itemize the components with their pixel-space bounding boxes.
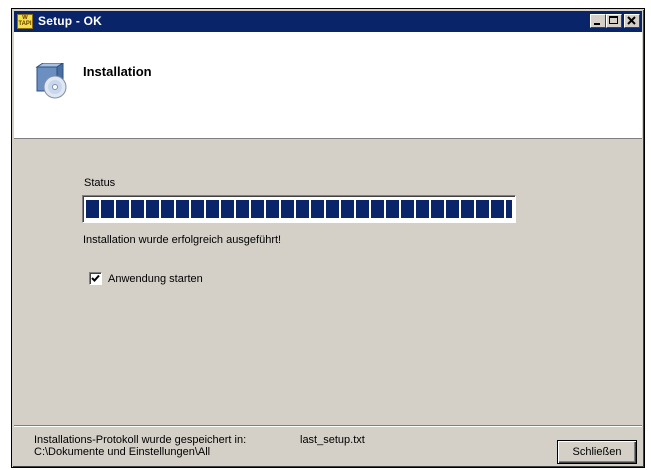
setup-window: W TAPI Setup - OK Installation Status In… (11, 8, 645, 468)
result-message: Installation wurde erfolgreich ausgeführ… (83, 234, 282, 246)
start-app-checkbox-row[interactable]: Anwendung starten (89, 272, 203, 285)
maximize-icon (609, 16, 618, 24)
footer-divider (14, 425, 642, 427)
log-path: C:\Dokumente und Einstellungen\All (34, 446, 211, 458)
close-button[interactable]: Schließen (557, 440, 637, 464)
log-file-name: last_setup.txt (300, 434, 365, 446)
wizard-header: Installation (14, 32, 642, 139)
start-app-label[interactable]: Anwendung starten (108, 273, 203, 285)
minimize-button[interactable] (590, 14, 606, 28)
app-icon: W TAPI (17, 14, 33, 29)
close-window-button[interactable] (624, 14, 640, 28)
setup-cd-icon (35, 63, 67, 99)
window-controls (590, 14, 640, 28)
start-app-checkbox[interactable] (89, 272, 102, 285)
minimize-icon (594, 23, 600, 25)
checkmark-icon (91, 274, 100, 282)
close-icon (627, 16, 636, 25)
page-title: Installation (83, 64, 152, 79)
status-label: Status (84, 177, 116, 189)
window-title: Setup - OK (38, 14, 102, 28)
title-bar[interactable]: W TAPI Setup - OK (14, 11, 642, 32)
log-saved-label: Installations-Protokoll wurde gespeicher… (34, 434, 247, 446)
progress-fill (86, 200, 512, 218)
maximize-button[interactable] (606, 14, 622, 28)
progress-bar (82, 195, 516, 223)
